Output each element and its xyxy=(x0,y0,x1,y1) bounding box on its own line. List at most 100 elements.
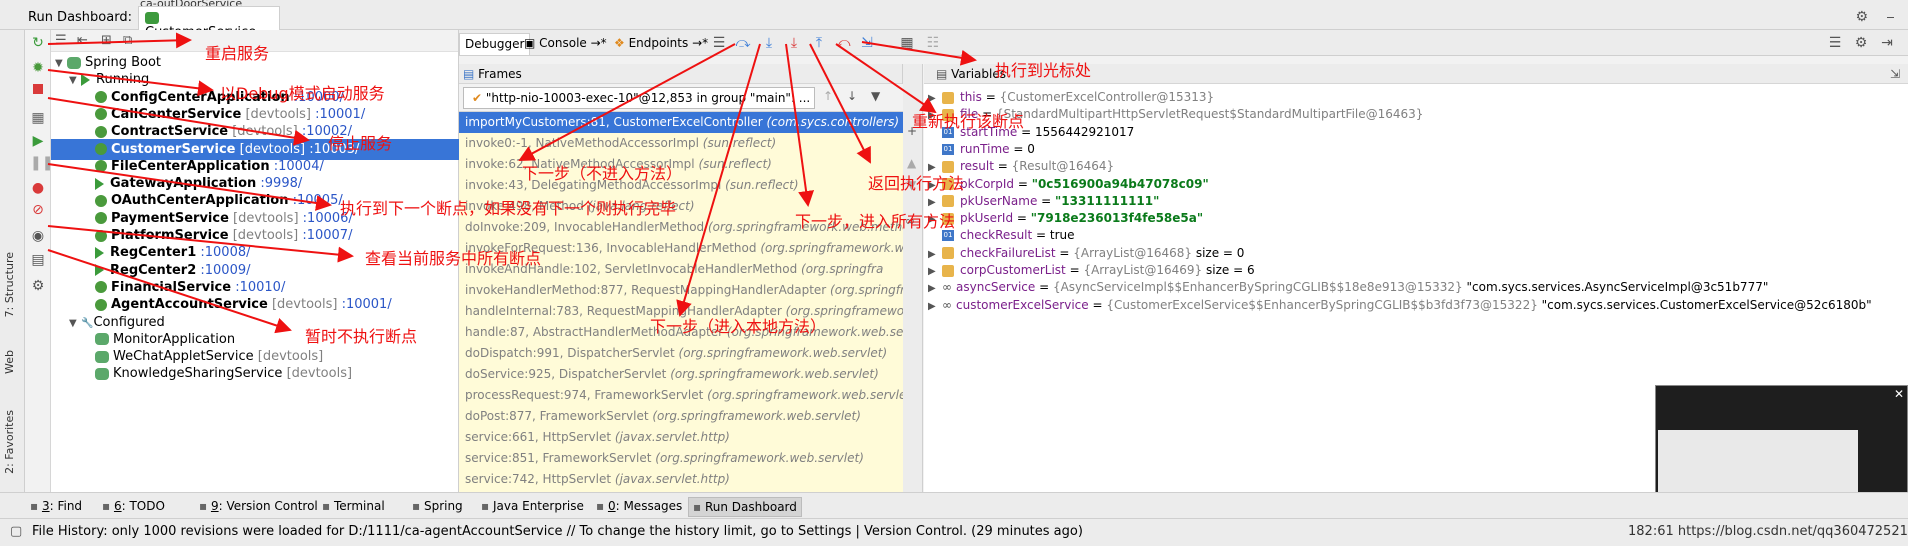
camera-icon[interactable]: ◉ xyxy=(30,228,46,244)
variable-row[interactable]: ▶ ∞ customerExcelService = {CustomerExcelS… xyxy=(928,295,1872,316)
port-link[interactable]: :10001/ xyxy=(342,297,392,312)
port-link[interactable]: :10009/ xyxy=(200,263,250,278)
view-breakpoints-icon[interactable]: ● xyxy=(30,180,46,196)
tab-customer-service[interactable]: CustomerService × xyxy=(138,6,280,54)
tool-tab-label: Run Dashboard xyxy=(704,500,797,514)
frame-method: processRequest:974, FrameworkServlet xyxy=(465,388,704,402)
port-link[interactable]: :10010/ xyxy=(235,280,285,295)
step-into-icon[interactable]: ⤓ xyxy=(761,35,777,51)
stack-frame[interactable]: processRequest:974, FrameworkServlet (or… xyxy=(459,385,903,406)
down-arrow-icon[interactable]: ↓ xyxy=(847,89,857,103)
port-link[interactable]: :10004/ xyxy=(274,159,324,174)
minimize-icon[interactable]: ⎯ xyxy=(1887,9,1894,25)
expand-arrow-icon[interactable]: ▶ xyxy=(928,296,942,317)
tree-row[interactable]: KnowledgeSharingService [devtools] xyxy=(51,363,459,384)
thread-select[interactable]: ✔ "http-nio-10003-exec-10"@12,853 in gro… xyxy=(463,87,815,109)
evaluate-expression-icon[interactable]: ▦ xyxy=(899,35,915,51)
tab-console[interactable]: ▣ Console →* xyxy=(519,33,612,55)
tab-web[interactable]: Web xyxy=(3,350,16,374)
tool-tab[interactable]: ▪ Spring xyxy=(408,497,467,517)
console-icon: ▣ xyxy=(524,36,540,50)
tool-tab-label: : Find xyxy=(49,499,83,513)
run-to-cursor-icon[interactable]: ⇲ xyxy=(859,35,875,51)
status-message[interactable]: File History: only 1000 revisions were l… xyxy=(32,519,1083,545)
port-link[interactable]: :9998/ xyxy=(260,176,302,191)
devtools-tag: [devtools] xyxy=(286,366,353,382)
port-link[interactable]: :10005/ xyxy=(293,193,343,208)
tool-tab[interactable]: ▪ 6: TODO xyxy=(98,497,169,517)
close-icon[interactable]: ✕ xyxy=(1894,387,1904,401)
debug-icon[interactable]: ✹ xyxy=(30,60,46,76)
object-ref: {StandardMultipartHttpServletRequest$Sta… xyxy=(995,107,1424,122)
status-icon[interactable]: ▢ xyxy=(10,519,22,545)
mute-breakpoints-icon[interactable]: ⊘ xyxy=(30,202,46,218)
running-icon xyxy=(81,73,90,86)
up-arrow-icon[interactable]: ↑ xyxy=(823,89,833,103)
grid-icon[interactable]: ▤ xyxy=(30,252,46,268)
stack-frame[interactable]: invokeHandlerMethod:877, RequestMappingH… xyxy=(459,280,903,301)
frames-panel: ▤ Frames ✔ "http-nio-10003-exec-10"@12,8… xyxy=(459,64,903,492)
stop-icon[interactable] xyxy=(30,82,46,98)
stack-frame[interactable]: service:851, FrameworkServlet (org.sprin… xyxy=(459,448,903,469)
tab-structure[interactable]: 7: Structure xyxy=(3,252,16,317)
step-out-icon[interactable]: ⤒ xyxy=(811,35,827,51)
debug-running-icon xyxy=(95,281,107,294)
show-execution-point-icon[interactable]: ☰ xyxy=(711,35,727,51)
force-step-into-icon[interactable]: ⤓ xyxy=(786,35,802,51)
group-by-icon[interactable]: ⊞ xyxy=(101,33,112,48)
frame-package: (org.springframework.web.servlet) xyxy=(655,451,864,465)
tool-tab[interactable]: ▪ 3: Find xyxy=(26,497,86,517)
frame-package: (com.sycs.controllers) xyxy=(766,115,900,129)
tool-tab[interactable]: ▪ 0: Messages xyxy=(592,497,686,517)
thread-value: "http-nio-10003-exec-10"@12,853 in group… xyxy=(485,91,811,105)
tab-favorites[interactable]: 2: Favorites xyxy=(3,410,16,474)
stack-frame[interactable]: service:661, HttpServlet (javax.servlet.… xyxy=(459,427,903,448)
left-tool-strip: 7: Structure Web 2: Favorites xyxy=(0,30,25,492)
restore-layout-icon[interactable]: ☰ xyxy=(1827,35,1843,51)
move-up-icon[interactable]: ▲ xyxy=(907,156,916,170)
tool-tab[interactable]: ▪ 9: Version Control xyxy=(195,497,322,517)
resume-program-icon[interactable]: ▶ xyxy=(30,133,46,149)
trace-icon[interactable]: ☷ xyxy=(925,35,941,51)
collapse-all-icon[interactable]: ⇤ xyxy=(77,33,88,48)
service-actions-toolbar: ↻ ✹ ▦ ▶ ❚❚ ● ⊘ ◉ ▤ ⚙ xyxy=(25,30,53,492)
layout-icon[interactable]: ▦ xyxy=(30,110,46,126)
port-link[interactable]: :10001/ xyxy=(315,107,365,122)
tool-tab[interactable]: ▪ Run Dashboard xyxy=(688,497,802,517)
equals-sign: = xyxy=(1088,297,1107,312)
variable-name: customerExcelService xyxy=(956,297,1089,312)
tab-endpoints[interactable]: ❖ Endpoints →* xyxy=(609,33,713,55)
service-name: CallCenterService xyxy=(111,106,242,122)
settings-icon[interactable]: ⚙ xyxy=(1853,35,1869,51)
settings-icon[interactable]: ⚙ xyxy=(30,278,46,294)
drop-frame-icon[interactable]: ⤺ xyxy=(835,35,851,51)
stack-frame[interactable]: doPost:877, FrameworkServlet (org.spring… xyxy=(459,406,903,427)
stack-frame[interactable]: doService:925, DispatcherServlet (org.sp… xyxy=(459,364,903,385)
pin-icon[interactable]: ⇥ xyxy=(1879,35,1895,51)
port-link[interactable]: :10007/ xyxy=(302,228,352,243)
status-position[interactable]: 182:61 https://blog.csdn.net/qq360472521 xyxy=(1628,519,1908,545)
stack-frame[interactable]: importMyCustomers:81, CustomerExcelContr… xyxy=(459,112,903,133)
spring-boot-icon xyxy=(67,56,81,69)
tool-tab[interactable]: ▪ Java Enterprise xyxy=(477,497,588,517)
service-name: WeChatAppletService xyxy=(113,349,254,365)
filter-icon[interactable]: ▼ xyxy=(871,89,880,103)
rerun-icon[interactable]: ↻ xyxy=(30,35,46,51)
service-name: ContractService xyxy=(111,124,229,140)
port-link[interactable]: :10008/ xyxy=(200,245,250,260)
frame-method: invokeHandlerMethod:877, RequestMappingH… xyxy=(465,283,827,297)
step-over-icon[interactable]: ⤼ xyxy=(735,35,751,51)
tool-tab-icon: ▪ xyxy=(322,499,334,513)
expand-all-icon[interactable]: ☰ xyxy=(55,33,67,48)
tool-tab[interactable]: ▪ Terminal xyxy=(318,497,389,517)
tool-tab-number: 6 xyxy=(113,499,122,513)
stack-frame[interactable]: service:742, HttpServlet (javax.servlet.… xyxy=(459,469,903,490)
note-next-breakpoint: 执行到下一个断点，如果没有下一个则执行完毕 xyxy=(340,199,677,218)
field-icon xyxy=(942,195,954,208)
restore-icon[interactable]: ⇲ xyxy=(1890,64,1900,84)
pause-icon[interactable]: ❚❚ xyxy=(30,155,53,171)
stack-frame[interactable]: doDispatch:991, DispatcherServlet (org.s… xyxy=(459,343,903,364)
filter-icon[interactable]: ⧉ xyxy=(123,33,132,48)
gear-icon[interactable]: ⚙ xyxy=(1855,9,1868,25)
stack-frame[interactable]: invoke0:-1, NativeMethodAccessorImpl (su… xyxy=(459,133,903,154)
